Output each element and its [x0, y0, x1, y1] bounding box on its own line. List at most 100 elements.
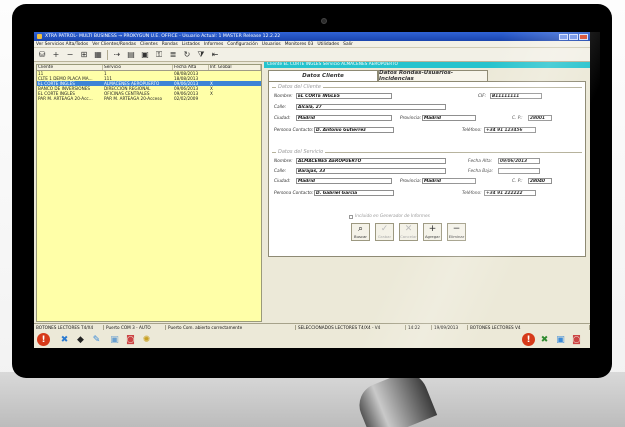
- batch-icon[interactable]: ▣: [554, 333, 567, 346]
- app-icon: [37, 34, 42, 39]
- column-fecha-alta[interactable]: Fecha Alta: [173, 65, 209, 70]
- menu-rondas[interactable]: Rondas: [162, 42, 178, 47]
- alarm-icon[interactable]: ◙: [570, 333, 583, 346]
- buscar-button[interactable]: ⌕ Buscar: [351, 223, 370, 241]
- servicio-group: Datos del Servicio Nombre: ALMACENES AER…: [272, 149, 582, 208]
- info-icon[interactable]: !: [37, 333, 50, 346]
- minimize-button[interactable]: [559, 33, 568, 40]
- fecha-alta-label: Fecha Alta:: [468, 159, 493, 164]
- reader-icon[interactable]: ◆: [74, 333, 87, 346]
- tab-datos-rondas[interactable]: Datos Rondas-Usuarios-Incidencias: [378, 70, 488, 82]
- servicio-fecha-alta-field[interactable]: 09/06/2013: [498, 158, 540, 164]
- check-icon: ✓: [380, 224, 389, 234]
- menu-configuracion[interactable]: Configuración: [227, 42, 257, 47]
- servicio-contacto-field[interactable]: D. Gabriel Garcia: [314, 190, 394, 196]
- table-icon[interactable]: ▦: [93, 50, 103, 60]
- menu-clientes[interactable]: Clientes: [140, 42, 158, 47]
- info-icon[interactable]: !: [522, 333, 535, 346]
- informes-checkbox[interactable]: [349, 214, 353, 219]
- close-button[interactable]: [579, 33, 588, 40]
- product-photo: XTRA PATROL- MULTI BUSINESS → PROKYGUN U…: [0, 0, 625, 427]
- nombre-label: Nombre:: [274, 94, 293, 99]
- cell-cliente: PAR M. ARTEAGA 20-Acc...: [38, 96, 93, 101]
- batch-icon[interactable]: ▣: [108, 333, 121, 346]
- status-bar: BOTONES LECTORES T4/X4 Puerto COM 3 - AU…: [34, 323, 590, 330]
- folder-icon[interactable]: ▤: [126, 50, 136, 60]
- menu-usuarios[interactable]: Usuarios: [262, 42, 281, 47]
- cliente-provincia-field[interactable]: Madrid: [422, 115, 476, 121]
- grabar-button[interactable]: ✓ Grabar: [375, 223, 394, 241]
- fecha-baja-label: Fecha Baja:: [468, 169, 494, 174]
- cliente-nombre-field[interactable]: EL CORTE INGLÉS: [296, 93, 392, 99]
- cliente-contacto-field[interactable]: D. Antonio Gutierrez: [314, 127, 394, 133]
- column-cliente[interactable]: Cliente: [37, 65, 103, 70]
- servicio-ciudad-field[interactable]: Madrid: [296, 178, 392, 184]
- servicio-fecha-baja-field[interactable]: [498, 168, 540, 174]
- menu-listados[interactable]: Listados: [182, 42, 200, 47]
- servicio-cp-field[interactable]: 28040: [528, 178, 552, 184]
- cliente-calle-field[interactable]: Alcalá, 27: [296, 104, 446, 110]
- menu-ver-clientes[interactable]: Ver Clientes/Rondas: [92, 42, 136, 47]
- agregar-button[interactable]: + Agregar: [423, 223, 442, 241]
- plus-icon: +: [428, 224, 437, 234]
- cliente-cp-field[interactable]: 28001: [528, 115, 552, 121]
- minus-icon[interactable]: −: [65, 50, 75, 60]
- nombre-label: Nombre:: [274, 159, 293, 164]
- maximize-button[interactable]: [569, 33, 578, 40]
- provincia-label: Provincia:: [400, 116, 422, 121]
- menu-bar: Ver Servicios Alta/Todos Ver Clientes/Ro…: [34, 41, 590, 48]
- tab-strip: Datos Cliente Datos Rondas-Usuarios-Inci…: [268, 70, 590, 82]
- alarm-icon[interactable]: ◙: [124, 333, 137, 346]
- plus-icon[interactable]: +: [51, 50, 61, 60]
- stack-icon[interactable]: ≣: [168, 50, 178, 60]
- binoculars-icon: ⌕: [357, 224, 364, 234]
- exit-icon[interactable]: ⇤: [210, 50, 220, 60]
- cliente-ciudad-field[interactable]: Madrid: [296, 115, 392, 121]
- telefono-label: Teléfono:: [462, 128, 482, 133]
- minus-icon: −: [452, 224, 461, 234]
- menu-informes[interactable]: Informes: [204, 42, 223, 47]
- cp-label: C. P.:: [512, 116, 523, 121]
- tools-icon[interactable]: ✖: [538, 333, 551, 346]
- cp-label: C. P.:: [512, 179, 523, 184]
- cliente-telefono-field[interactable]: +34 91 123456: [484, 127, 536, 133]
- disk-icon[interactable]: ⛁: [37, 50, 47, 60]
- buscar-label: Buscar: [354, 234, 367, 239]
- servicio-telefono-field[interactable]: +34 91 222222: [484, 190, 536, 196]
- status-port-message: Puerto Com. abierto correctamente: [166, 324, 296, 330]
- menu-ver-servicios[interactable]: Ver Servicios Alta/Todos: [36, 42, 88, 47]
- link-icon[interactable]: ⇢: [112, 50, 122, 60]
- filter-icon[interactable]: ⧩: [196, 50, 206, 60]
- refresh-icon[interactable]: ↻: [182, 50, 192, 60]
- tools-icon[interactable]: ✖: [58, 333, 71, 346]
- webcam-icon: [321, 18, 327, 24]
- informes-checkbox-row[interactable]: Incluido en Generador de Informes: [349, 214, 430, 219]
- column-inf-global[interactable]: Inf. Global: [209, 65, 261, 70]
- cliente-group-title: Datos del Cliente: [276, 84, 323, 90]
- list-item[interactable]: PAR M. ARTEAGA 20-Acc... PAR M. ARTEAGA …: [37, 96, 261, 101]
- contacto-label: Persona Contacto:: [274, 128, 314, 133]
- photo-icon[interactable]: ▣: [140, 50, 150, 60]
- telefono-label: Teléfono:: [462, 191, 482, 196]
- menu-salir[interactable]: Salir: [343, 42, 353, 47]
- eliminar-button[interactable]: − Eliminar: [447, 223, 466, 241]
- column-servicio[interactable]: Servicio: [103, 65, 173, 70]
- bulb-icon[interactable]: ✺: [140, 333, 153, 346]
- button-reader-icon[interactable]: ✎: [90, 333, 103, 346]
- title-bar: XTRA PATROL- MULTI BUSINESS → PROKYGUN U…: [34, 32, 590, 41]
- toolbar: ⛁ + − ⊞ ▦ ⇢ ▤ ▣ ⚿ ≣ ↻ ⧩ ⇤: [34, 48, 590, 62]
- servicio-nombre-field[interactable]: ALMACENES AEROPUERTO: [296, 158, 446, 164]
- status-port: Puerto COM 3 - AUTO: [104, 324, 166, 330]
- cliente-cif-field[interactable]: B11111111: [490, 93, 542, 99]
- key-icon[interactable]: ⚿: [154, 50, 164, 60]
- menu-monitores[interactable]: Monitores 03: [285, 42, 314, 47]
- menu-utilidades[interactable]: Utilidades: [317, 42, 339, 47]
- provincia-label: Provincia:: [400, 179, 422, 184]
- servicio-calle-field[interactable]: Barajas, 33: [296, 168, 446, 174]
- status-reader: BOTONES LECTORES T4/X4: [34, 324, 104, 330]
- servicio-provincia-field[interactable]: Madrid: [422, 178, 476, 184]
- tab-datos-cliente[interactable]: Datos Cliente: [268, 70, 378, 81]
- grid-icon[interactable]: ⊞: [79, 50, 89, 60]
- service-list[interactable]: Cliente Servicio Fecha Alta Inf. Global …: [36, 64, 262, 322]
- cancelar-button[interactable]: ✕ Cancelar: [399, 223, 418, 241]
